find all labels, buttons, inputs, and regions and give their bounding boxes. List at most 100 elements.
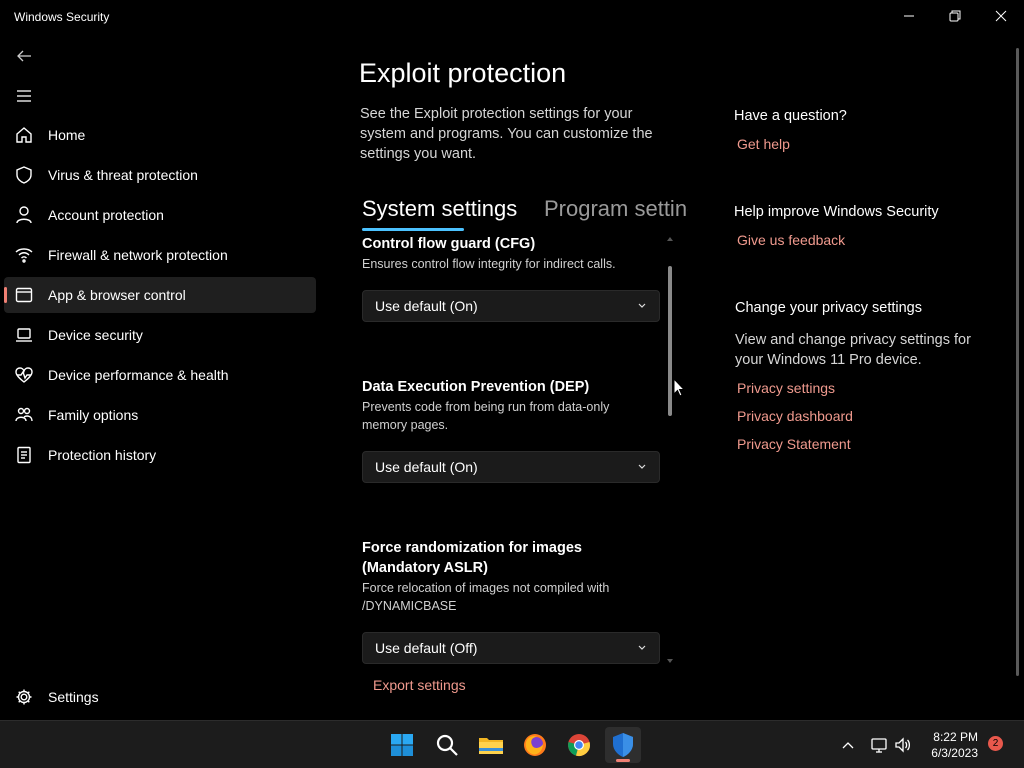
network-tray-button[interactable] [869, 735, 889, 755]
wifi-icon [15, 246, 33, 264]
page-title: Exploit protection [359, 58, 567, 88]
dropdown-value: Use default (On) [375, 298, 478, 314]
volume-tray-button[interactable] [893, 735, 913, 755]
hamburger-menu-button[interactable] [10, 83, 38, 109]
system-settings-list: Control flow guard (CFG) Ensures control… [360, 234, 676, 666]
taskbar-windows-security[interactable] [605, 727, 641, 763]
shield-icon [15, 166, 33, 184]
question-heading: Have a question? [734, 108, 847, 124]
close-button[interactable] [978, 0, 1024, 32]
privacy-heading: Change your privacy settings [735, 300, 922, 316]
clock-time: 8:22 PM [933, 730, 978, 744]
scrollbar-thumb[interactable] [668, 266, 672, 416]
history-icon [15, 446, 33, 464]
start-icon [391, 734, 413, 756]
dep-dropdown[interactable]: Use default (On) [362, 451, 660, 483]
taskbar-chrome[interactable] [561, 727, 597, 763]
improve-heading: Help improve Windows Security [734, 204, 939, 220]
minimize-icon [904, 15, 914, 17]
sidebar-item-label: Firewall & network protection [48, 247, 228, 263]
sidebar-item-family[interactable]: Family options [4, 397, 316, 433]
start-button[interactable] [384, 727, 420, 763]
file-explorer-icon [479, 738, 503, 754]
back-arrow-icon [17, 50, 31, 62]
browser-icon [15, 286, 33, 304]
gear-icon [15, 688, 33, 706]
hamburger-icon [17, 90, 31, 102]
export-settings-link[interactable]: Export settings [373, 677, 466, 693]
taskbar-search-button[interactable] [429, 727, 465, 763]
taskbar-firefox[interactable] [517, 727, 553, 763]
close-icon [995, 10, 1007, 22]
setting-title: Force randomization for images (Mandator… [362, 540, 582, 576]
setting-title: Control flow guard (CFG) [362, 236, 536, 252]
chevron-down-icon [638, 464, 646, 469]
sidebar-item-label: Device security [48, 327, 143, 343]
home-icon [15, 126, 33, 144]
taskbar-clock[interactable]: 8:22 PM 6/3/2023 [918, 729, 978, 761]
sidebar-item-label: Home [48, 127, 86, 143]
chrome-icon [568, 734, 590, 756]
title-bar: Windows Security [0, 0, 1024, 34]
chevron-down-icon [638, 645, 646, 650]
setting-description: Ensures control flow integrity for indir… [362, 257, 616, 271]
sidebar-item-settings[interactable]: Settings [4, 679, 316, 715]
back-button[interactable] [10, 43, 38, 69]
window-scrollbar[interactable] [1015, 48, 1020, 676]
dropdown-value: Use default (Off) [375, 640, 478, 656]
sidebar-item-protection-history[interactable]: Protection history [4, 437, 316, 473]
settings-label: Settings [48, 689, 99, 705]
aslr-dropdown[interactable]: Use default (Off) [362, 632, 660, 664]
heart-icon [15, 366, 33, 384]
sidebar-item-label: Device performance & health [48, 367, 229, 383]
setting-description: Force relocation of images not compiled … [362, 581, 610, 613]
laptop-icon [15, 326, 33, 344]
taskbar-file-explorer[interactable] [473, 727, 509, 763]
privacy-dashboard-link[interactable]: Privacy dashboard [737, 408, 853, 424]
privacy-description: View and change privacy settings for you… [735, 332, 971, 368]
network-icon [871, 738, 887, 753]
clock-date: 6/3/2023 [931, 746, 978, 760]
privacy-settings-link[interactable]: Privacy settings [737, 380, 835, 396]
sidebar-item-label: Account protection [48, 207, 164, 223]
sidebar-item-app-browser[interactable]: App & browser control [4, 277, 316, 313]
mouse-cursor-icon [673, 378, 685, 397]
minimize-button[interactable] [886, 0, 932, 32]
page-description: See the Exploit protection settings for … [360, 106, 653, 162]
get-help-link[interactable]: Get help [737, 136, 790, 152]
setting-dep: Data Execution Prevention (DEP) Prevents… [362, 377, 664, 434]
sidebar-item-firewall[interactable]: Firewall & network protection [4, 237, 316, 273]
volume-icon [895, 737, 911, 753]
sidebar-item-virus-threat[interactable]: Virus & threat protection [4, 157, 316, 193]
cfg-dropdown[interactable]: Use default (On) [362, 290, 660, 322]
scroll-up-arrow-icon[interactable] [666, 236, 674, 242]
notification-badge[interactable]: 2 [988, 736, 1003, 751]
taskbar: 8:22 PM 6/3/2023 [0, 720, 1024, 768]
windows-security-icon [613, 733, 633, 757]
sidebar-item-label: Family options [48, 407, 139, 423]
sidebar-item-label: Virus & threat protection [48, 167, 198, 183]
show-hidden-icons-button[interactable] [838, 735, 858, 755]
scroll-down-arrow-icon[interactable] [666, 658, 674, 664]
setting-mandatory-aslr: Force randomization for images (Mandator… [362, 538, 664, 615]
person-icon [15, 206, 33, 224]
sidebar-item-account[interactable]: Account protection [4, 197, 316, 233]
sidebar-item-label: Protection history [48, 447, 157, 463]
sidebar-item-home[interactable]: Home [4, 117, 316, 153]
settings-scrollbar[interactable] [666, 236, 674, 664]
chevron-down-icon [638, 303, 646, 308]
tab-program-settings[interactable]: Program settings [544, 196, 688, 222]
sidebar-item-device-security[interactable]: Device security [4, 317, 316, 353]
tab-system-settings[interactable]: System settings [362, 196, 517, 222]
restore-button[interactable] [932, 0, 978, 32]
chevron-up-icon [842, 742, 854, 749]
sidebar-nav: Home Virus & threat protection Account p… [4, 117, 316, 477]
setting-description: Prevents code from being run from data-o… [362, 400, 610, 432]
privacy-statement-link[interactable]: Privacy Statement [737, 436, 851, 452]
active-app-indicator [616, 759, 630, 762]
window-scrollbar-thumb[interactable] [1016, 48, 1019, 676]
sidebar-item-device-performance[interactable]: Device performance & health [4, 357, 316, 393]
sidebar-item-label: App & browser control [48, 287, 186, 303]
selected-tab-indicator [362, 228, 464, 231]
feedback-link[interactable]: Give us feedback [737, 232, 845, 248]
